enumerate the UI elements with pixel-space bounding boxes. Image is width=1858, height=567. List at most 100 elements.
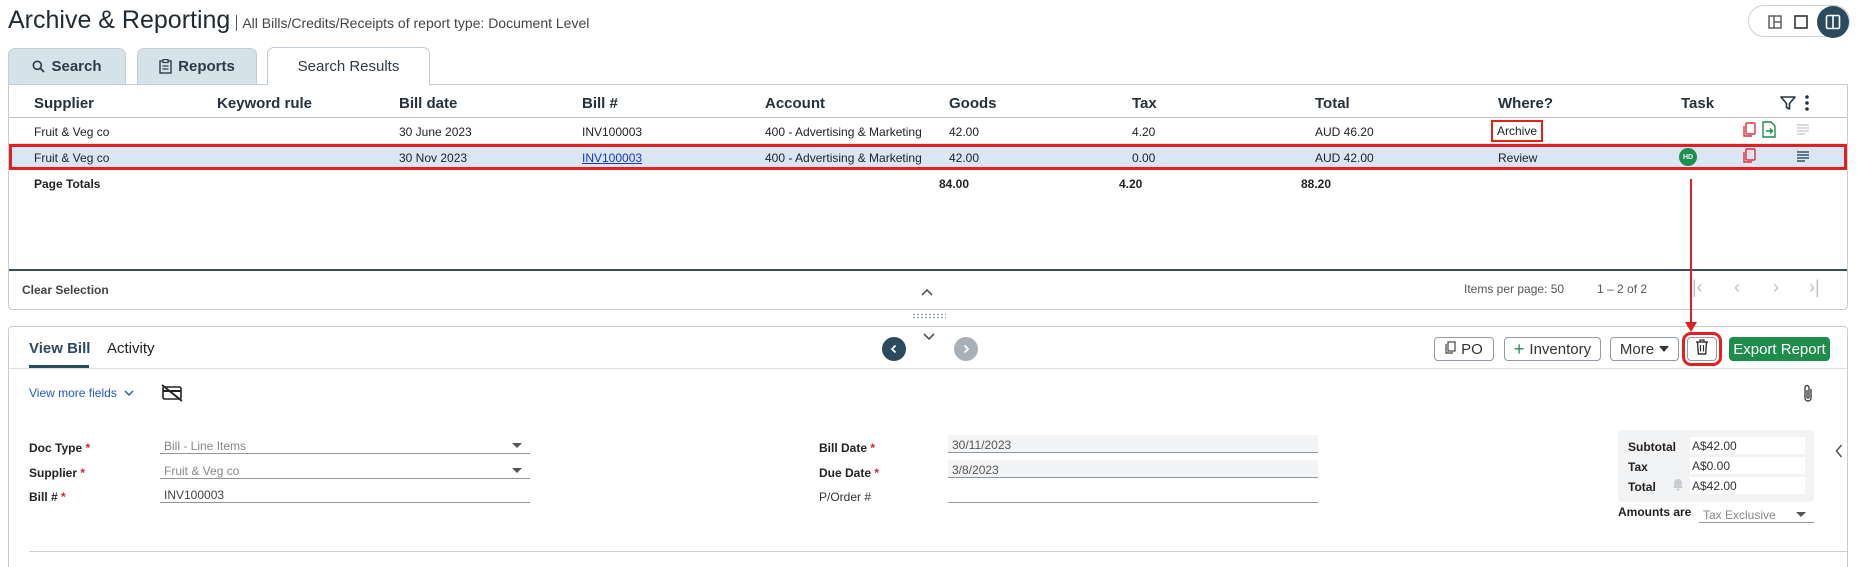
last-page-icon[interactable]: ›| bbox=[1809, 277, 1820, 298]
cell-bill-no: INV100003 bbox=[582, 125, 643, 139]
chevron-left-icon[interactable] bbox=[1835, 444, 1843, 458]
supplier-select[interactable]: Fruit & Veg co bbox=[160, 461, 530, 479]
notes-icon[interactable] bbox=[1796, 150, 1810, 162]
notes-icon[interactable] bbox=[1796, 123, 1810, 135]
page-subtitle: All Bills/Credits/Receipts of report typ… bbox=[236, 15, 589, 31]
cell-total: AUD 46.20 bbox=[1315, 125, 1374, 139]
split-vertical-icon[interactable] bbox=[1817, 6, 1849, 38]
col-tax[interactable]: Tax bbox=[1132, 95, 1157, 112]
detail-tab-divider bbox=[9, 368, 1847, 369]
col-task[interactable]: Task bbox=[1681, 95, 1714, 112]
inventory-button[interactable]: + Inventory bbox=[1504, 337, 1601, 361]
cell-tax: 0.00 bbox=[1132, 151, 1156, 165]
view-more-fields-label: View more fields bbox=[29, 386, 117, 400]
card-off-icon[interactable] bbox=[161, 384, 183, 402]
col-supplier[interactable]: Supplier bbox=[34, 95, 94, 112]
more-button-label: More bbox=[1619, 340, 1655, 358]
single-view-icon[interactable] bbox=[1789, 10, 1813, 34]
doc-type-label: Doc Type * bbox=[29, 441, 90, 455]
chevron-up-icon[interactable] bbox=[921, 283, 933, 301]
subtotal-value: A$42.00 bbox=[1690, 437, 1805, 454]
caret-down-icon bbox=[512, 443, 522, 448]
tab-search[interactable]: Search bbox=[8, 48, 126, 84]
col-goods[interactable]: Goods bbox=[949, 95, 997, 112]
annotation-arrow-head bbox=[1685, 322, 1697, 332]
trash-icon bbox=[1695, 339, 1709, 359]
bill-date-label-text: Bill Date bbox=[819, 441, 868, 455]
prev-page-icon[interactable]: ‹ bbox=[1734, 277, 1740, 298]
clear-selection-button[interactable]: Clear Selection bbox=[22, 283, 109, 297]
report-icon bbox=[159, 59, 172, 74]
supplier-label-text: Supplier bbox=[29, 466, 78, 480]
caret-down-icon bbox=[1796, 512, 1806, 517]
supplier-value: Fruit & Veg co bbox=[164, 464, 240, 478]
delete-button[interactable] bbox=[1682, 332, 1722, 366]
cell-account: 400 - Advertising & Marketing bbox=[765, 125, 922, 139]
tab-search-results[interactable]: Search Results bbox=[267, 47, 430, 85]
annotation-arrow-line bbox=[1690, 179, 1692, 327]
due-date-label: Due Date * bbox=[819, 466, 879, 480]
col-account[interactable]: Account bbox=[765, 95, 825, 112]
more-vertical-icon[interactable] bbox=[1804, 94, 1810, 112]
more-dropdown-button[interactable]: More bbox=[1610, 337, 1679, 361]
col-bill-no[interactable]: Bill # bbox=[582, 95, 618, 112]
tab-reports-label: Reports bbox=[178, 58, 235, 75]
next-page-icon[interactable]: › bbox=[1773, 277, 1779, 298]
tax-label: Tax bbox=[1628, 460, 1648, 474]
page-totals-tax: 4.20 bbox=[1119, 177, 1143, 191]
required-marker: * bbox=[61, 490, 66, 504]
page-totals-label: Page Totals bbox=[34, 177, 101, 191]
first-page-icon[interactable]: |‹ bbox=[1692, 277, 1703, 298]
total-label: Total bbox=[1628, 480, 1656, 494]
doc-type-label-text: Doc Type bbox=[29, 441, 83, 455]
export-report-button[interactable]: Export Report bbox=[1729, 337, 1830, 361]
amounts-are-select[interactable]: Tax Exclusive bbox=[1699, 505, 1814, 523]
export-report-label: Export Report bbox=[1733, 340, 1826, 358]
cell-goods: 42.00 bbox=[949, 151, 980, 165]
detail-bottom-divider bbox=[29, 551, 1847, 552]
po-number-input[interactable] bbox=[948, 485, 1318, 503]
attachment-icon[interactable] bbox=[1801, 383, 1815, 405]
table-row[interactable]: Fruit & Veg co 30 June 2023 INV100003 40… bbox=[9, 118, 1847, 144]
bill-no-label: Bill # * bbox=[29, 490, 66, 504]
items-per-page-value[interactable]: 50 bbox=[1551, 282, 1564, 296]
col-bill-date[interactable]: Bill date bbox=[399, 95, 457, 112]
bill-no-label-text: Bill # bbox=[29, 490, 58, 504]
panel-resize-handle[interactable] bbox=[912, 313, 946, 319]
copy-icon[interactable] bbox=[1742, 122, 1756, 138]
items-per-page[interactable]: Items per page: 50 bbox=[1464, 282, 1564, 296]
doc-type-value: Bill - Line Items bbox=[164, 439, 247, 453]
due-date-input[interactable]: 3/8/2023 bbox=[948, 460, 1318, 478]
inventory-button-label: Inventory bbox=[1529, 340, 1592, 358]
prev-bill-button[interactable] bbox=[882, 337, 906, 361]
po-button[interactable]: PO bbox=[1434, 337, 1494, 361]
page-title: Archive & Reporting bbox=[8, 6, 231, 34]
tab-activity[interactable]: Activity bbox=[107, 340, 155, 357]
col-where[interactable]: Where? bbox=[1498, 95, 1553, 112]
next-bill-button[interactable] bbox=[954, 337, 978, 361]
filter-icon[interactable] bbox=[1780, 95, 1796, 111]
tab-reports[interactable]: Reports bbox=[137, 48, 257, 84]
col-total[interactable]: Total bbox=[1315, 95, 1350, 112]
bill-date-label: Bill Date * bbox=[819, 441, 875, 455]
cell-bill-no-link[interactable]: INV100003 bbox=[582, 151, 642, 165]
view-more-fields-link[interactable]: View more fields bbox=[29, 386, 134, 400]
cell-supplier: Fruit & Veg co bbox=[34, 125, 110, 139]
task-avatar[interactable]: HD bbox=[1679, 148, 1697, 166]
amounts-are-label: Amounts are bbox=[1618, 505, 1692, 519]
split-horizontal-icon[interactable] bbox=[1763, 10, 1787, 34]
bill-date-input[interactable]: 30/11/2023 bbox=[948, 435, 1318, 453]
chevron-down-icon[interactable] bbox=[923, 333, 935, 341]
tab-view-bill[interactable]: View Bill bbox=[29, 340, 90, 357]
bell-icon[interactable] bbox=[1672, 477, 1684, 491]
doc-type-select[interactable]: Bill - Line Items bbox=[160, 436, 530, 454]
export-file-icon[interactable] bbox=[1762, 121, 1776, 138]
cell-goods: 42.00 bbox=[949, 125, 980, 139]
col-keyword-rule[interactable]: Keyword rule bbox=[217, 95, 312, 112]
tax-value: A$0.00 bbox=[1690, 457, 1805, 474]
copy-icon bbox=[1445, 340, 1456, 358]
copy-icon[interactable] bbox=[1742, 148, 1756, 164]
cell-total: AUD 42.00 bbox=[1315, 151, 1374, 165]
table-row-selected[interactable]: Fruit & Veg co 30 Nov 2023 INV100003 400… bbox=[9, 144, 1847, 170]
bill-no-input[interactable]: INV100003 bbox=[160, 485, 530, 503]
